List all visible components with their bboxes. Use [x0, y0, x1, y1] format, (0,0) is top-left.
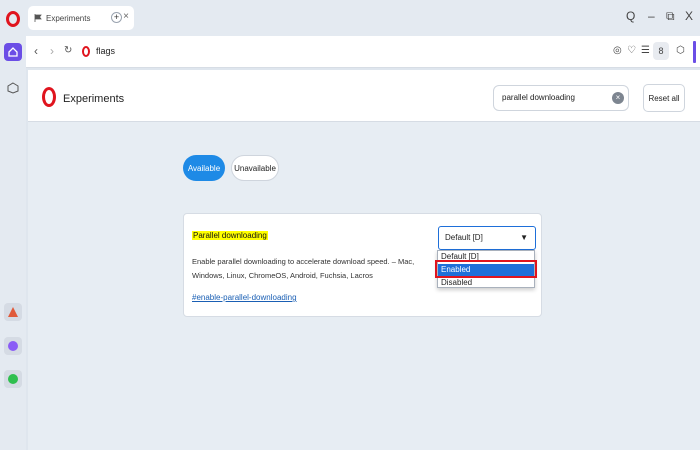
flag-link[interactable]: #enable-parallel-downloading — [192, 293, 297, 302]
page-title: Experiments — [63, 93, 125, 105]
whatsapp-icon[interactable] — [4, 370, 22, 388]
sidebar-accent-bar — [693, 41, 696, 63]
browser-sidebar — [0, 0, 26, 450]
tab-unavailable[interactable]: Unavailable — [231, 155, 279, 181]
new-tab-button[interactable]: + — [111, 12, 122, 23]
opera-logo-icon — [42, 87, 56, 107]
cube-icon[interactable] — [4, 79, 22, 97]
reload-icon[interactable]: ↻ — [64, 45, 72, 56]
aria-app-icon[interactable] — [4, 303, 22, 321]
messenger-icon[interactable] — [4, 337, 22, 355]
tab-strip: Experiments × + Q – ⧉ X — [26, 0, 700, 36]
close-window-icon[interactable]: X — [685, 9, 693, 23]
snapshot-icon[interactable]: ◎ — [613, 45, 622, 56]
page-header: Experiments × Reset all — [28, 70, 700, 122]
highlight-annotation — [435, 260, 537, 278]
tab-close-icon[interactable]: × — [123, 11, 129, 22]
option-disabled[interactable]: Disabled — [438, 277, 534, 289]
extensions-icon[interactable]: ⬡ — [676, 45, 685, 56]
search-input[interactable] — [502, 93, 612, 102]
url-field[interactable]: flags — [96, 46, 115, 56]
minimize-icon[interactable]: – — [648, 9, 655, 23]
search-box[interactable]: × — [493, 85, 629, 111]
profile-icon[interactable]: 8 — [653, 42, 669, 60]
back-icon[interactable]: ‹ — [34, 44, 38, 58]
easy-setup-icon[interactable]: ☰ — [641, 45, 650, 56]
select-value: Default [D] — [445, 233, 483, 242]
search-tabs-icon[interactable]: Q — [626, 9, 635, 23]
home-icon[interactable] — [4, 43, 22, 61]
flags-page: Experiments × Reset all Available Unavai… — [28, 70, 700, 450]
tab-title: Experiments — [46, 13, 91, 23]
flag-title: Parallel downloading — [192, 231, 268, 240]
reset-all-button[interactable]: Reset all — [643, 84, 685, 112]
opera-url-icon — [82, 46, 90, 57]
forward-icon[interactable]: › — [50, 44, 54, 58]
flag-icon — [34, 14, 42, 22]
opera-logo-icon[interactable] — [6, 11, 20, 27]
clear-search-icon[interactable]: × — [612, 92, 624, 104]
tab-available[interactable]: Available — [183, 155, 225, 181]
restore-icon[interactable]: ⧉ — [666, 9, 675, 24]
flag-select[interactable]: Default [D] ▼ — [438, 226, 536, 250]
address-bar-row: ‹ › ↻ flags ◎ ♡ ☰ 8 ⬡ — [26, 36, 700, 68]
heart-icon[interactable]: ♡ — [627, 45, 636, 56]
chevron-down-icon: ▼ — [520, 233, 528, 242]
flag-description: Enable parallel downloading to accelerat… — [192, 257, 415, 280]
